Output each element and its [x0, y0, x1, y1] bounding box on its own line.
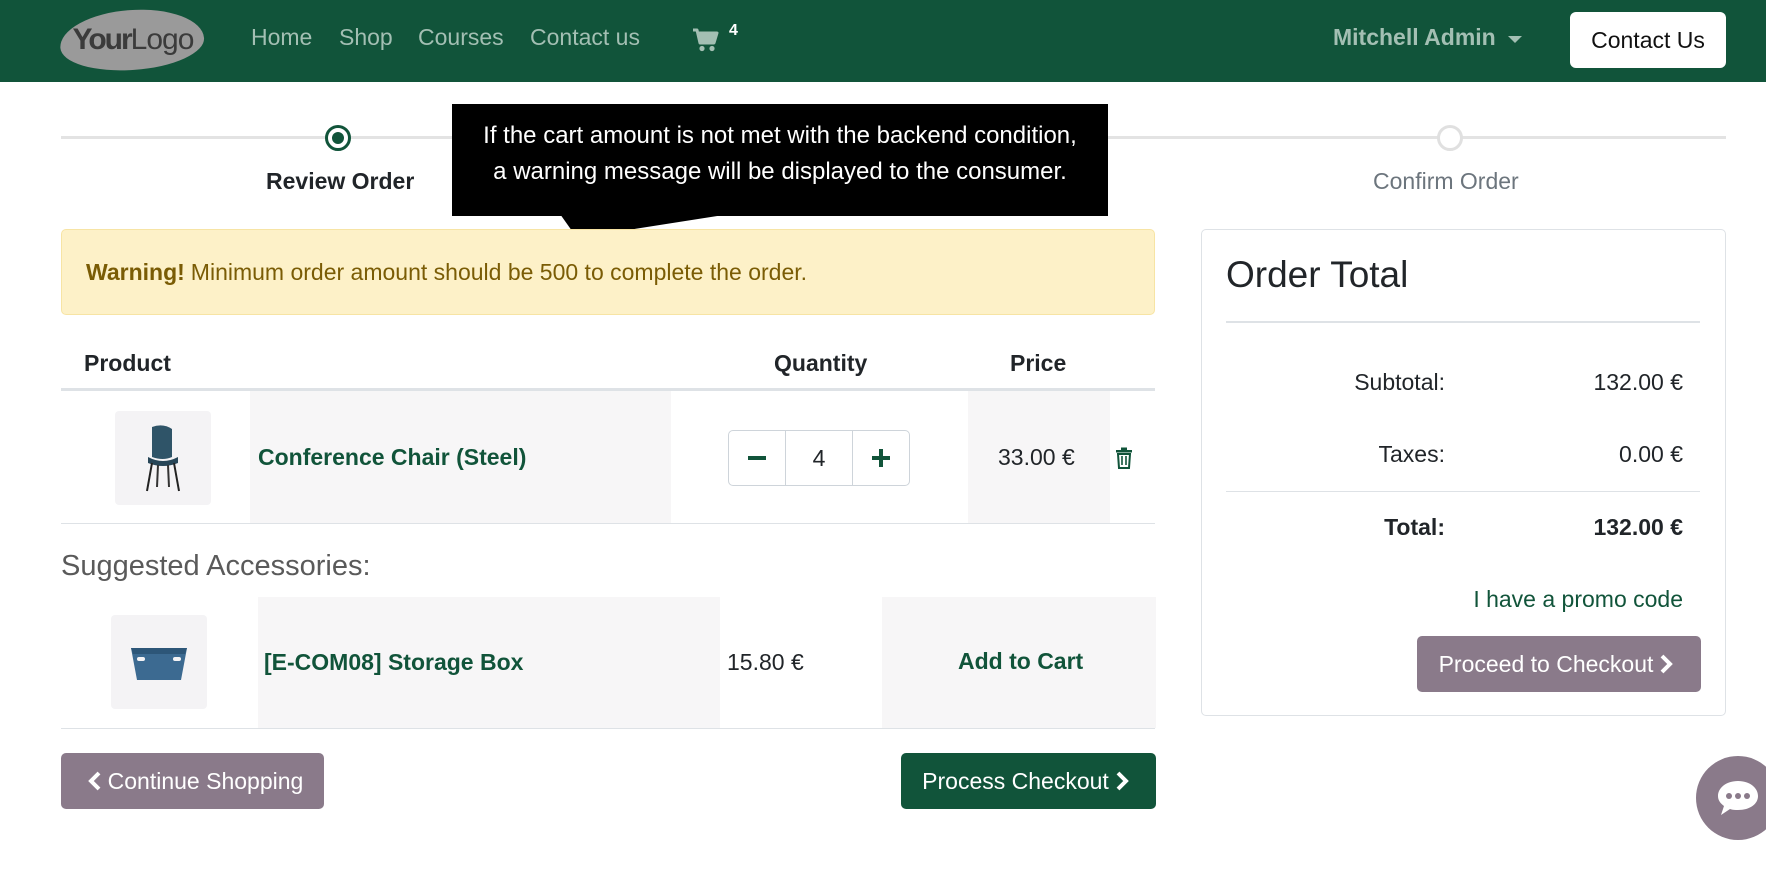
step-label-review: Review Order	[266, 168, 415, 194]
order-total-card: Order Total Subtotal: 132.00 € Taxes: 0.…	[1201, 229, 1726, 716]
tooltip-line-2: a warning message will be displayed to t…	[493, 158, 1067, 185]
subtotal-label: Subtotal:	[1354, 369, 1445, 395]
process-checkout-button[interactable]: Process Checkout	[901, 753, 1156, 809]
nav-link-home[interactable]: Home	[251, 24, 312, 51]
product-link-conference-chair[interactable]: Conference Chair (Steel)	[258, 444, 526, 471]
tooltip-line-1: If the cart amount is not met with the b…	[483, 122, 1077, 149]
continue-shopping-button[interactable]: Continue Shopping	[61, 753, 324, 809]
company-logo[interactable]: YourLogo	[58, 5, 206, 75]
chevron-left-icon	[87, 771, 101, 791]
live-chat-button[interactable]	[1696, 756, 1766, 840]
step-dot-confirm	[1437, 125, 1463, 151]
header-quantity: Quantity	[774, 350, 868, 376]
taxes-label: Taxes:	[1378, 441, 1445, 467]
annotation-tooltip: If the cart amount is not met with the b…	[452, 104, 1108, 216]
total-label: Total:	[1384, 514, 1445, 540]
quantity-decrease-button[interactable]	[729, 431, 785, 485]
chat-bubble-icon	[1718, 781, 1758, 815]
proceed-to-checkout-button[interactable]: Proceed to Checkout	[1417, 636, 1701, 692]
taxes-value: 0.00 €	[1619, 441, 1683, 467]
promo-code-link[interactable]: I have a promo code	[1473, 586, 1683, 613]
cart-icon[interactable]	[692, 27, 720, 53]
add-to-cart-link[interactable]: Add to Cart	[958, 648, 1083, 675]
header-product: Product	[84, 350, 171, 376]
chair-image-icon	[146, 425, 180, 492]
step-label-confirm: Confirm Order	[1373, 168, 1519, 194]
cart-row-divider	[61, 523, 1155, 524]
user-menu[interactable]: Mitchell Admin	[1333, 24, 1496, 51]
header-price: Price	[1010, 350, 1067, 376]
product-price: 33.00 €	[998, 444, 1075, 470]
logo-text-light: Logo	[130, 22, 194, 56]
logo-text-bold: Your	[72, 22, 131, 56]
top-navbar: YourLogo Home Shop Courses Contact us 4 …	[0, 0, 1766, 82]
minimum-order-warning: Warning! Minimum order amount should be …	[61, 229, 1155, 315]
nav-link-courses[interactable]: Courses	[418, 24, 504, 51]
trash-icon[interactable]	[1115, 447, 1133, 469]
storage-box-thumbnail[interactable]	[111, 615, 207, 709]
quantity-stepper: 4	[728, 430, 910, 486]
warning-message: Minimum order amount should be 500 to co…	[190, 258, 808, 285]
total-value: 132.00 €	[1593, 514, 1683, 540]
chair-thumbnail[interactable]	[115, 411, 211, 505]
accessory-row-divider	[61, 728, 1155, 729]
continue-shopping-label: Continue Shopping	[107, 767, 304, 794]
accessory-link-storage-box[interactable]: [E-COM08] Storage Box	[264, 649, 523, 676]
contact-us-button[interactable]: Contact Us	[1570, 12, 1726, 68]
warning-strong: Warning!	[86, 258, 185, 285]
caret-down-icon[interactable]	[1508, 36, 1522, 43]
nav-link-shop[interactable]: Shop	[339, 24, 393, 51]
total-divider	[1226, 491, 1700, 492]
subtotal-value: 132.00 €	[1593, 369, 1683, 395]
step-dot-review	[325, 125, 351, 151]
accessory-price: 15.80 €	[727, 649, 804, 675]
quantity-increase-button[interactable]	[853, 431, 909, 485]
proceed-to-checkout-label: Proceed to Checkout	[1438, 650, 1654, 677]
chevron-right-icon	[1660, 654, 1674, 674]
chevron-right-icon	[1116, 771, 1129, 791]
plus-icon	[872, 449, 890, 467]
process-checkout-label: Process Checkout	[922, 767, 1109, 794]
cart-count-badge: 4	[729, 22, 738, 39]
storage-box-image-icon	[131, 648, 187, 680]
suggested-accessories-title: Suggested Accessories:	[61, 550, 371, 582]
nav-link-contact[interactable]: Contact us	[530, 24, 640, 51]
quantity-input[interactable]: 4	[785, 431, 853, 485]
order-total-title-divider	[1226, 321, 1700, 323]
order-total-title: Order Total	[1226, 254, 1409, 295]
minus-icon	[748, 456, 766, 460]
